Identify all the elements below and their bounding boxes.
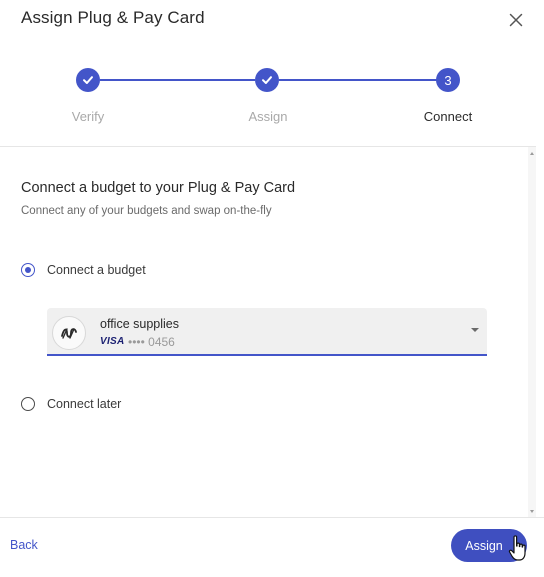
step-connector	[100, 79, 255, 81]
section-heading: Connect a budget to your Plug & Pay Card	[21, 180, 296, 196]
close-icon	[509, 13, 523, 27]
radio-connect-budget[interactable]: Connect a budget	[21, 263, 146, 277]
step-2-indicator	[255, 68, 279, 92]
radio-label: Connect a budget	[47, 263, 146, 277]
budget-name: office supplies	[100, 317, 179, 331]
radio-connect-later[interactable]: Connect later	[21, 397, 121, 411]
close-button[interactable]	[502, 6, 530, 34]
radio-button-checked[interactable]	[21, 263, 35, 277]
scrollbar[interactable]	[528, 147, 536, 517]
stepper: 3 Verify Assign Connect	[0, 60, 544, 150]
step-3-indicator: 3	[436, 68, 460, 92]
hand-cursor-icon	[508, 535, 526, 561]
chevron-down-icon[interactable]	[471, 328, 479, 332]
step-number: 3	[444, 72, 452, 88]
step-label-verify: Verify	[71, 109, 105, 124]
assign-button-label: Assign	[465, 538, 503, 553]
visa-logo-icon: VISA	[100, 336, 125, 347]
scroll-up-arrow-icon[interactable]	[528, 149, 536, 157]
dialog-title: Assign Plug & Pay Card	[21, 8, 205, 27]
divider	[0, 517, 544, 518]
dialog-header: Assign Plug & Pay Card	[0, 0, 544, 40]
budget-select[interactable]: office supplies VISA •••• 0456	[47, 308, 487, 356]
assign-card-dialog: Assign Plug & Pay Card 3 Verify Assign C…	[0, 0, 544, 577]
section-subheading: Connect any of your budgets and swap on-…	[21, 205, 272, 217]
step-label-assign: Assign	[248, 109, 288, 124]
scroll-down-arrow-icon[interactable]	[528, 507, 536, 515]
checkmark-icon	[262, 76, 272, 84]
radio-button-unchecked[interactable]	[21, 397, 35, 411]
checkmark-icon	[83, 76, 93, 84]
budget-logo-icon	[52, 316, 86, 350]
card-number: •••• 0456	[128, 335, 175, 349]
divider	[0, 146, 536, 147]
radio-label: Connect later	[47, 397, 122, 411]
back-button[interactable]: Back	[10, 538, 38, 552]
step-label-connect: Connect	[423, 109, 473, 124]
step-connector	[279, 79, 437, 81]
step-1-indicator	[76, 68, 100, 92]
